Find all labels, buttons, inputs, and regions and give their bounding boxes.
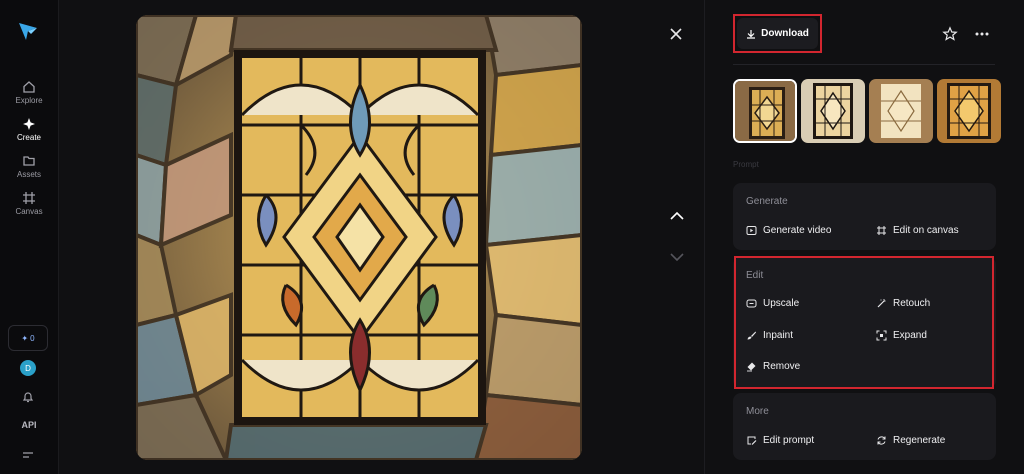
sidebar: Explore Create Assets Canvas ✦ 0 D API — [0, 0, 59, 474]
bell-icon[interactable] — [21, 390, 35, 404]
panel-divider — [733, 64, 995, 65]
edit-highlight-box — [734, 256, 994, 389]
prompt-label: Prompt — [733, 160, 759, 169]
credits-badge[interactable]: ✦ 0 — [8, 325, 48, 351]
api-link[interactable]: API — [0, 420, 58, 430]
generate-card: Generate Generate video Edit on canvas — [733, 183, 996, 250]
card-title: More — [746, 406, 769, 417]
avatar[interactable]: D — [20, 360, 36, 376]
regenerate-button[interactable]: Regenerate — [876, 435, 945, 446]
app-logo[interactable] — [17, 20, 39, 42]
sidebar-item-assets[interactable]: Assets — [0, 154, 58, 179]
stained-glass-image — [136, 15, 582, 460]
sidebar-item-label: Explore — [15, 96, 43, 105]
thumbnail-image — [735, 81, 795, 141]
edit-prompt-button[interactable]: Edit prompt — [746, 435, 814, 446]
edit-on-canvas-button[interactable]: Edit on canvas — [876, 225, 959, 236]
sparkle-icon — [23, 118, 35, 130]
sidebar-item-label: Create — [16, 133, 41, 142]
sidebar-item-label: Assets — [16, 170, 41, 179]
edit-prompt-icon — [747, 436, 757, 445]
thumbnail-image — [937, 79, 1001, 143]
crop-icon — [877, 226, 886, 235]
sidebar-item-explore[interactable]: Explore — [0, 80, 58, 105]
video-icon — [746, 226, 757, 235]
card-title: Generate — [746, 196, 788, 207]
sidebar-item-label: Canvas — [15, 207, 43, 216]
chevron-down-icon[interactable] — [669, 251, 685, 263]
thumbnail-image — [801, 79, 865, 143]
variant-thumbnail[interactable] — [733, 79, 797, 143]
more-options-icon[interactable] — [974, 26, 990, 42]
more-card: More Edit prompt Regenerate — [733, 393, 996, 460]
sidebar-item-create[interactable]: Create — [0, 117, 58, 142]
canvas-icon — [23, 192, 35, 204]
variant-thumbnail[interactable] — [937, 79, 1001, 143]
refresh-icon — [877, 436, 886, 445]
variant-thumbnail[interactable] — [801, 79, 865, 143]
star-icon[interactable] — [942, 26, 958, 42]
credits-count: 0 — [30, 333, 35, 343]
variant-thumbnail[interactable] — [869, 79, 933, 143]
home-icon — [23, 81, 35, 93]
generated-image — [136, 15, 582, 460]
sparkle-icon: ✦ — [21, 333, 29, 343]
menu-icon[interactable] — [21, 450, 35, 460]
close-icon[interactable] — [668, 26, 684, 42]
thumbnail-image — [869, 79, 933, 143]
sidebar-item-canvas[interactable]: Canvas — [0, 191, 58, 216]
chevron-up-icon[interactable] — [669, 210, 685, 222]
generate-video-button[interactable]: Generate video — [746, 225, 831, 236]
folder-icon — [23, 156, 35, 166]
download-highlight-box — [733, 14, 822, 53]
